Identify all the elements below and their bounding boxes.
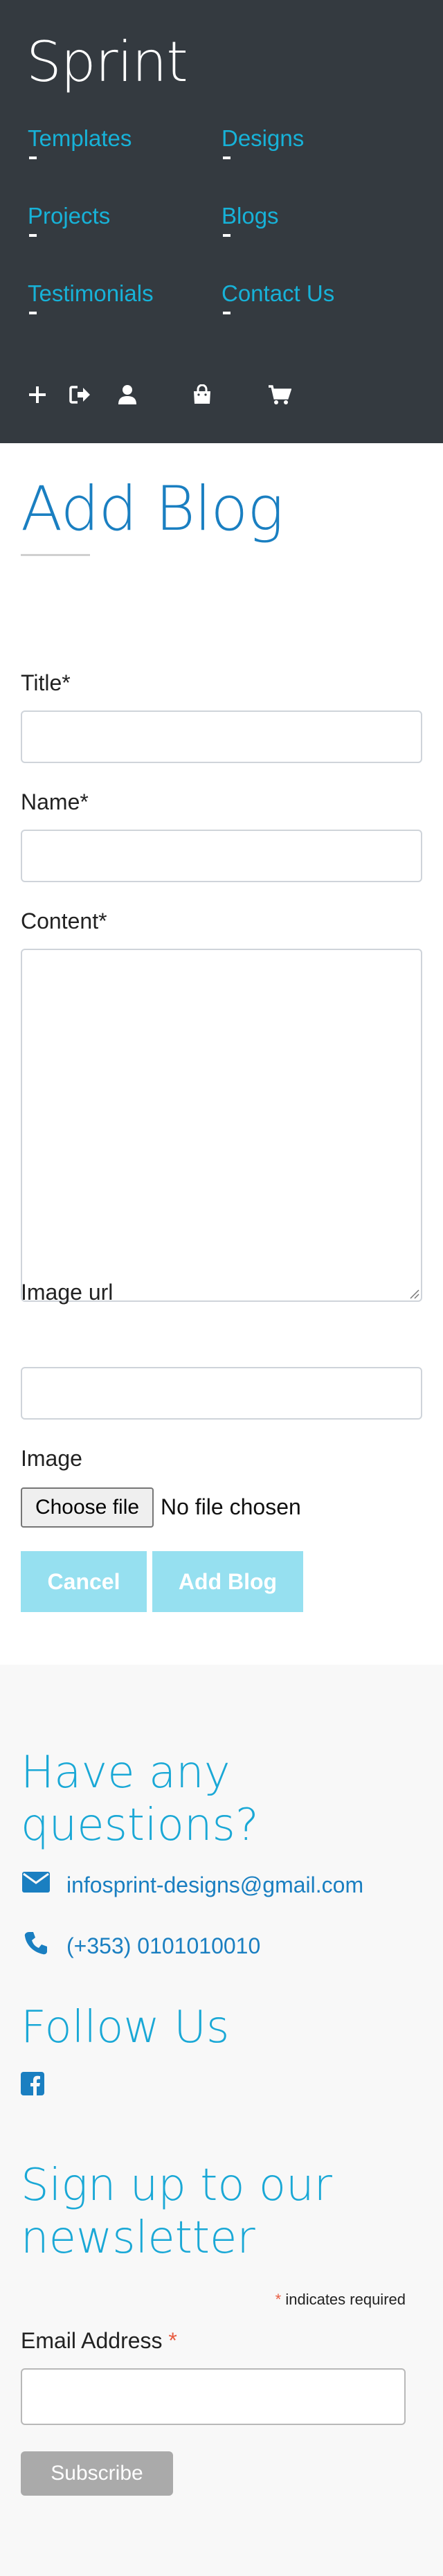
content-label: Content* [21, 909, 107, 933]
required-note: * indicates required [275, 2289, 406, 2310]
site-header: Sprint Templates Designs Projects Blogs … [0, 0, 443, 443]
image-url-label: Image url [21, 1280, 114, 1305]
name-input[interactable] [21, 830, 422, 882]
shopping-bag-icon[interactable] [188, 374, 216, 415]
follow-us-heading: Follow Us [21, 2002, 230, 2053]
plus-icon[interactable] [24, 374, 51, 415]
header-icon-bar [0, 374, 443, 415]
questions-heading-line1: Have any [21, 1747, 230, 1798]
page-title: Add Blog [21, 473, 284, 544]
questions-heading-line2: questions? [21, 1800, 259, 1851]
image-label: Image [21, 1446, 82, 1471]
brand-logo[interactable]: Sprint [26, 28, 188, 97]
newsletter-heading-line1: Sign up to our [21, 2160, 332, 2211]
required-star: * [275, 2291, 282, 2308]
contact-email-link[interactable]: infosprint-designs@gmail.com [66, 1871, 363, 1899]
textarea-resize-handle[interactable] [408, 1288, 419, 1299]
nav-templates[interactable]: Templates [28, 125, 132, 159]
facebook-icon[interactable] [21, 2072, 44, 2095]
envelope-icon [21, 1867, 51, 1897]
newsletter-email-input[interactable] [21, 2368, 406, 2425]
nav-designs[interactable]: Designs [222, 125, 304, 159]
add-blog-button[interactable]: Add Blog [152, 1551, 303, 1612]
user-icon[interactable] [114, 374, 141, 415]
title-input[interactable] [21, 710, 422, 763]
cancel-button[interactable]: Cancel [21, 1551, 147, 1612]
contact-phone-link[interactable]: (+353) 0101010010 [66, 1932, 260, 1960]
file-status-text: No file chosen [161, 1494, 301, 1519]
content-textarea[interactable] [21, 949, 422, 1302]
nav-testimonials[interactable]: Testimonials [28, 280, 154, 314]
phone-icon [21, 1928, 51, 1958]
email-address-label: Email Address * [21, 2327, 177, 2354]
choose-file-button[interactable]: Choose file [21, 1487, 154, 1528]
sign-out-icon[interactable] [66, 374, 94, 415]
email-required-star: * [168, 2328, 177, 2353]
required-note-text: indicates required [281, 2291, 406, 2308]
image-url-input[interactable] [21, 1367, 422, 1420]
cart-icon[interactable] [266, 374, 293, 415]
subscribe-button[interactable]: Subscribe [21, 2451, 173, 2496]
nav-projects[interactable]: Projects [28, 202, 110, 237]
newsletter-heading-line2: newsletter [21, 2212, 255, 2264]
title-divider [21, 554, 90, 556]
name-label: Name* [21, 789, 89, 814]
email-label-text: Email Address [21, 2328, 169, 2353]
nav-blogs[interactable]: Blogs [222, 202, 279, 237]
title-label: Title* [21, 670, 71, 695]
nav-contact-us[interactable]: Contact Us [222, 280, 334, 314]
